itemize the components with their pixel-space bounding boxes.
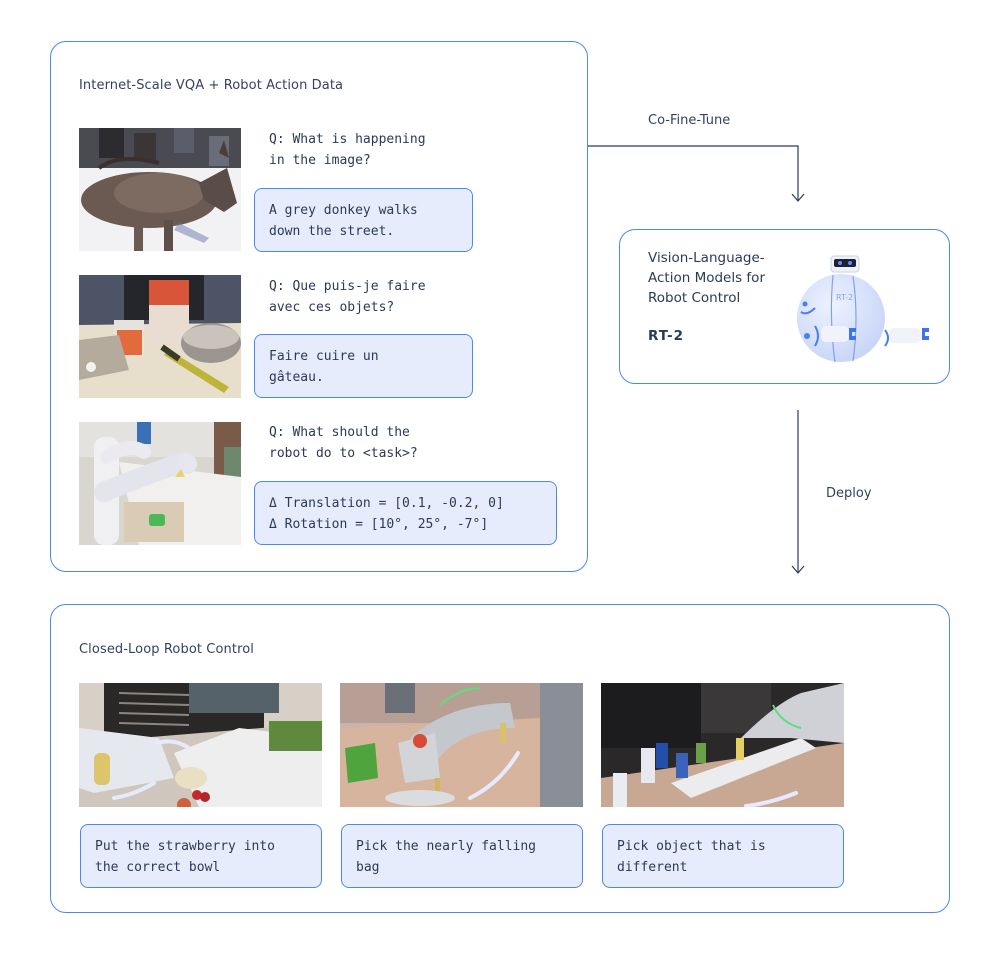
svg-text:RT-2: RT-2 xyxy=(836,293,853,302)
answer-box: Faire cuire un gâteau. xyxy=(254,334,473,398)
task-caption: Pick the nearly falling bag xyxy=(341,824,583,888)
answer-box: A grey donkey walks down the street. xyxy=(254,188,473,252)
robot-arm-image xyxy=(79,422,241,545)
model-description: Vision-Language- Action Models for Robot… xyxy=(648,250,765,306)
kitchen-ingredients-image xyxy=(79,275,241,398)
co-fine-tune-arrow xyxy=(588,145,805,202)
vla-model-panel: Vision-Language- Action Models for Robot… xyxy=(619,229,950,384)
control-panel-title: Closed-Loop Robot Control xyxy=(79,642,254,657)
question-text: Q: What should the robot do to <task>? xyxy=(269,425,418,461)
deploy-label: Deploy xyxy=(826,486,872,501)
question-text: Q: What is happening in the image? xyxy=(269,132,426,168)
closed-loop-control-panel: Closed-Loop Robot Control Put the strawb… xyxy=(50,604,950,913)
different-object-image xyxy=(601,683,844,807)
task-caption: Put the strawberry into the correct bowl xyxy=(80,824,322,888)
donkey-image xyxy=(79,128,241,251)
falling-bag-image xyxy=(340,683,583,807)
vqa-panel-title: Internet-Scale VQA + Robot Action Data xyxy=(79,78,344,93)
task-caption: Pick object that is different xyxy=(602,824,844,888)
co-fine-tune-label: Co-Fine-Tune xyxy=(648,113,731,128)
vqa-data-panel: Internet-Scale VQA + Robot Action Data Q… xyxy=(50,41,588,572)
robot-mascot-icon: RT-2 xyxy=(797,255,929,363)
deploy-arrow xyxy=(791,410,805,574)
answer-box: Δ Translation = [0.1, -0.2, 0] Δ Rotatio… xyxy=(254,481,557,545)
strawberry-bowl-image xyxy=(79,683,322,807)
model-name: RT-2 xyxy=(648,328,685,344)
question-text: Q: Que puis-je faire avec ces objets? xyxy=(269,279,426,315)
